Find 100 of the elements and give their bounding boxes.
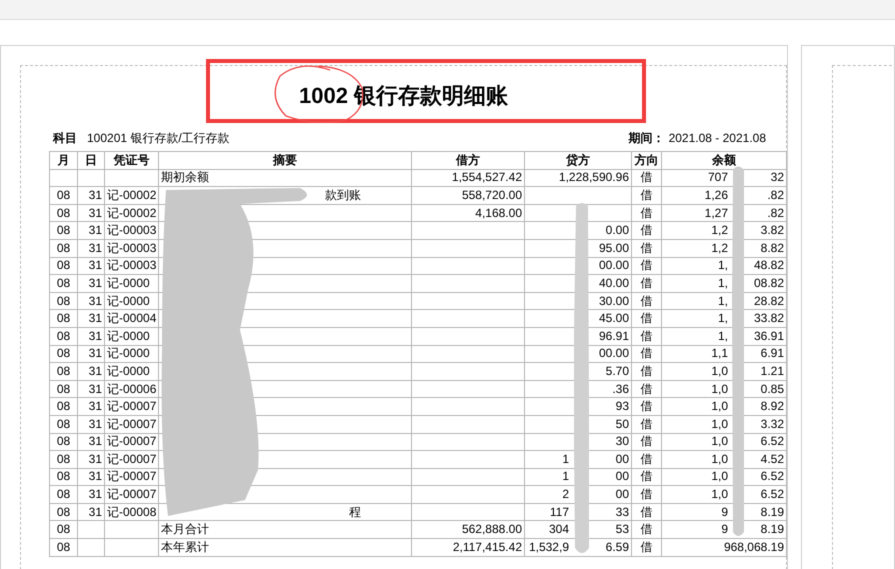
table-cell: 31 [78, 415, 104, 433]
table-cell: 08 [50, 345, 78, 363]
credit-amount-fragment: 00 [614, 452, 629, 467]
table-cell: 记-00007 [104, 486, 158, 504]
balance-amount-fragment: 1, [718, 328, 728, 344]
balance-amount-fragment: 1, [718, 258, 728, 274]
table-cell: 31 [78, 398, 104, 416]
table-cell: 借 [632, 257, 662, 275]
credit-amount: .36 [612, 382, 629, 396]
table-cell: 08 [50, 468, 78, 486]
table-cell: 借 [632, 239, 662, 258]
table-cell: 31 [78, 292, 104, 310]
credit-amount: 30.00 [598, 294, 629, 308]
table-cell: 借 [632, 415, 662, 433]
balance-amount-fragment: 33.82 [752, 311, 784, 326]
credit-amount-fragment: 304 [548, 522, 569, 538]
balance-amount-fragment: 3.32 [760, 416, 784, 432]
table-cell: 借 [632, 345, 662, 363]
table-cell: 08 [50, 398, 78, 416]
column-header: 日 [78, 152, 104, 170]
table-cell: 562,888.00 [412, 520, 524, 539]
balance-amount-fragment: 8.82 [760, 240, 784, 256]
balance-amount-fragment: 9 [721, 504, 728, 520]
balance-amount-fragment: 707 [708, 170, 728, 186]
balance-amount-fragment: 1,0 [711, 416, 728, 432]
table-cell: 本年累计 [158, 538, 412, 556]
credit-amount: 5.70 [606, 364, 629, 378]
credit-amount: 0.00 [606, 223, 629, 238]
table-cell: 31 [78, 239, 104, 258]
table-cell [78, 520, 104, 539]
table-cell: 记-00006 [104, 380, 158, 398]
balance-amount-fragment: 6.52 [760, 434, 784, 450]
column-header: 凭证号 [104, 152, 158, 170]
balance-amount-fragment: 1,0 [711, 487, 728, 502]
table-cell: 期初余额 [158, 169, 412, 187]
table-cell [104, 538, 158, 556]
table-cell: 08 [50, 239, 78, 258]
table-cell: 借 [632, 486, 662, 504]
balance-amount-fragment: 8.92 [760, 399, 784, 414]
balance-amount-fragment: 0.85 [760, 382, 784, 397]
table-cell: 31 [78, 327, 104, 346]
credit-amount-fragment: 1,532,9 [528, 540, 569, 555]
table-cell: 记-00008 [104, 503, 158, 521]
table-cell: 2,117,415.42 [412, 538, 524, 556]
column-header: 摘要 [158, 152, 412, 170]
balance-amount-fragment: 6.91 [760, 346, 784, 362]
table-cell: 借 [632, 186, 662, 204]
table-cell: 借 [632, 204, 662, 222]
credit-amount: 95.00 [598, 240, 629, 255]
account-code: 1002 [299, 82, 348, 110]
table-cell: 借 [632, 503, 662, 521]
column-header: 月 [50, 152, 78, 170]
table-cell: 借 [632, 222, 662, 240]
table-cell: 记-0000 [104, 345, 158, 363]
table-cell: 31 [78, 503, 104, 521]
table-cell: 31 [78, 310, 104, 328]
table-cell: 31 [78, 468, 104, 486]
balance-amount-fragment: 9 [721, 522, 728, 538]
balance-amount-fragment: 4.52 [760, 452, 784, 467]
table-cell: 08 [50, 380, 78, 398]
table-cell: 31 [78, 450, 104, 468]
table-cell [104, 520, 158, 539]
balance-amount-fragment: 32 [770, 170, 784, 186]
credit-amount: 30 [616, 434, 629, 448]
table-cell: 31 [78, 486, 104, 504]
table-cell: 借 [632, 450, 662, 468]
table-cell: 08 [50, 274, 78, 292]
balance-amount-fragment: 1,0 [711, 364, 728, 379]
table-cell: 记-00007 [104, 415, 158, 433]
table-cell: 借 [632, 520, 662, 539]
table-cell: 558,720.00 [412, 186, 524, 204]
balance-amount-fragment: 1,2 [711, 223, 728, 238]
table-cell: 借 [632, 398, 662, 416]
table-cell: 记-0000 [104, 274, 158, 292]
table-cell: 记-0000 [104, 292, 158, 310]
credit-amount-fragment: 117 [550, 504, 569, 520]
table-cell: 借 [632, 310, 662, 328]
table-cell: 31 [78, 362, 104, 380]
credit-amount: 00.00 [598, 258, 629, 272]
credit-amount-fragment: 00 [614, 469, 629, 484]
table-cell: 08 [50, 415, 78, 433]
table-cell: 借 [632, 538, 662, 556]
balance-amount-fragment: .82 [766, 206, 784, 221]
balance-amount-fragment: 1,0 [711, 399, 728, 414]
credit-amount-fragment: 2 [562, 487, 569, 502]
credit-amount: 45.00 [598, 311, 629, 326]
table-cell: 记-00003 [104, 239, 158, 258]
table-cell: 本月合计 [158, 520, 412, 539]
table-cell: 记-0000 [104, 327, 158, 346]
credit-amount: 96.91 [598, 328, 629, 343]
credit-amount: 1,228,590.96 [558, 170, 629, 184]
balance-amount-fragment: 1, [718, 294, 728, 309]
balance-amount-fragment: .82 [766, 188, 784, 203]
table-cell: 记-0000 [104, 362, 158, 380]
balance-amount-fragment: 48.82 [752, 258, 784, 274]
table-cell: 记-00002 [104, 204, 158, 222]
balance-amount-fragment: 6.52 [760, 469, 784, 484]
table-cell: 借 [632, 327, 662, 346]
period-label: 期间： [628, 130, 665, 146]
table-cell: 08 [50, 310, 78, 328]
